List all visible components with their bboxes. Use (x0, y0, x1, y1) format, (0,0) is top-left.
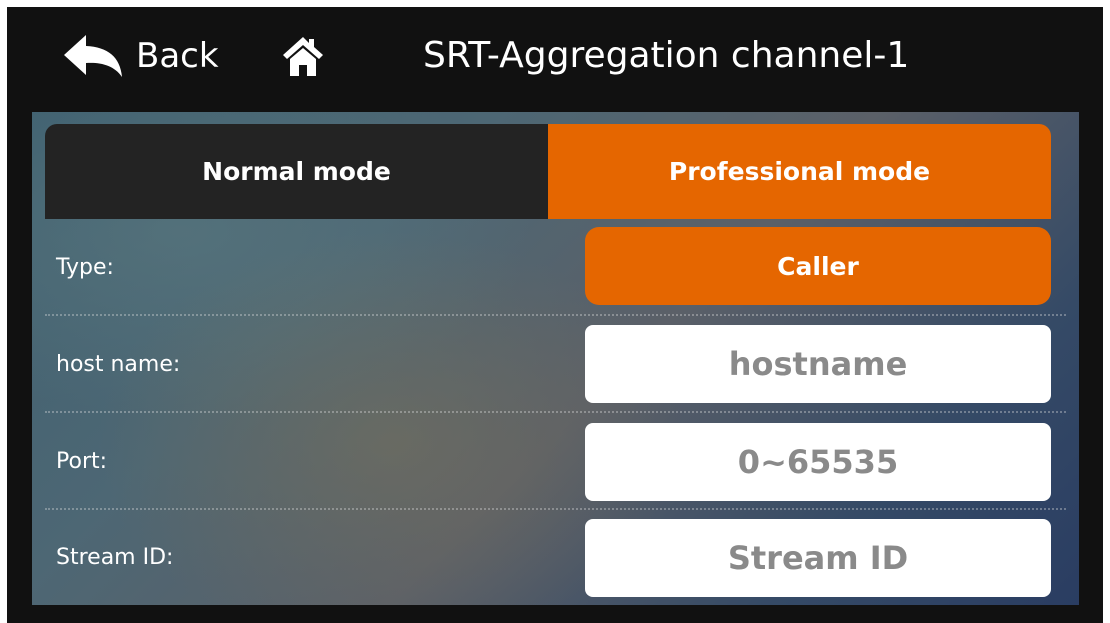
host-name-input[interactable] (585, 325, 1051, 403)
stream-id-input[interactable] (585, 519, 1051, 597)
tab-normal-mode[interactable]: Normal mode (45, 124, 548, 219)
host-label: host name: (56, 352, 181, 377)
home-icon (283, 37, 323, 76)
mode-tabs: Normal mode Professional mode (45, 124, 1051, 219)
port-label: Port: (56, 449, 108, 474)
stream-id-label: Stream ID: (56, 545, 174, 570)
type-label: Type: (56, 255, 114, 280)
type-select-button[interactable]: Caller (585, 227, 1051, 305)
host-row: host name: (32, 316, 1079, 413)
back-arrow-icon (64, 35, 122, 77)
stream-id-row: Stream ID: (32, 510, 1079, 605)
back-label: Back (136, 36, 219, 76)
type-row: Type: Caller (32, 219, 1079, 316)
home-button[interactable] (281, 34, 325, 78)
back-button[interactable]: Back (62, 33, 219, 79)
device-screen: Back SRT-Aggregation channel-1 Normal mo… (7, 7, 1103, 623)
page-title: SRT-Aggregation channel-1 (423, 35, 910, 76)
tab-professional-mode[interactable]: Professional mode (548, 124, 1051, 219)
settings-panel: Normal mode Professional mode Type: Call… (32, 112, 1079, 605)
port-input[interactable] (585, 423, 1051, 501)
header-bar: Back SRT-Aggregation channel-1 (7, 7, 1103, 112)
port-row: Port: (32, 413, 1079, 510)
